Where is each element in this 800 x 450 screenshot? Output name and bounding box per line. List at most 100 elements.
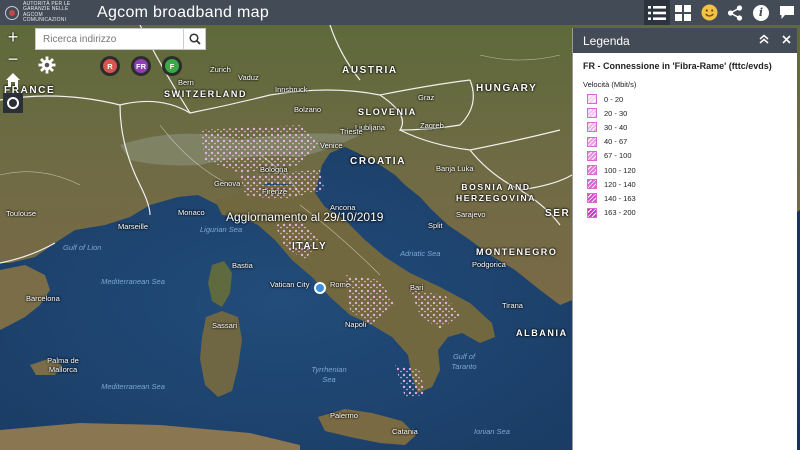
country-label-bosnia-text: BOSNIA AND HERZEGOVINA	[456, 182, 536, 203]
city-label: Banja Luka	[436, 164, 474, 173]
city-label: Bari	[410, 283, 424, 292]
country-label-hungary: HUNGARY	[476, 83, 538, 94]
city-label: Monaco	[178, 208, 205, 217]
legend-swatch	[587, 179, 597, 190]
sea-label: Mediterranean Sea	[100, 277, 166, 287]
city-label: Catania	[392, 427, 418, 436]
city-label: Vaduz	[238, 73, 259, 82]
city-label: Split	[428, 221, 443, 230]
address-search	[35, 28, 206, 50]
zoom-controls: + −	[2, 27, 24, 71]
city-label: Zagreb	[420, 121, 444, 130]
legend-swatch	[587, 165, 597, 176]
emblem-icon	[5, 5, 19, 20]
smiley-icon[interactable]	[696, 0, 722, 25]
legend-swatch	[587, 150, 597, 161]
city-label: Podgorica	[472, 260, 506, 269]
legend-class-label: 40 - 67	[604, 137, 628, 147]
country-label-bosnia: BOSNIA AND HERZEGOVINA	[446, 182, 546, 204]
legend-swatch	[587, 207, 597, 218]
legend-class-label: 100 - 120	[604, 165, 636, 175]
legend-title: Legenda	[583, 33, 630, 48]
city-label: Bologna	[260, 165, 288, 174]
legend-class-row: 100 - 120	[583, 163, 787, 177]
sea-label: Mediterranean Sea	[100, 382, 166, 392]
sea-label: Gulf of Lion	[63, 243, 102, 252]
legend-class-label: 20 - 30	[604, 108, 628, 118]
legend-body: FR - Connessione in 'Fibra-Rame' (fttc/e…	[573, 53, 797, 228]
city-label: Marseille	[118, 222, 149, 231]
legend-class-row: 30 - 40	[583, 120, 787, 134]
legend-class-row: 140 - 163	[583, 191, 787, 205]
city-label: Bastia	[232, 261, 253, 270]
country-label-albania: ALBANIA	[516, 328, 568, 338]
city-label: Tirana	[502, 301, 523, 310]
city-label: Palma de Mallorca	[47, 356, 79, 374]
legend-swatch	[587, 136, 597, 147]
legend-swatch	[587, 122, 597, 133]
city-label: Napoli	[345, 320, 367, 329]
sea-label: Adriatic Sea	[400, 249, 441, 258]
sea-label-text: Gulf of Taranto	[451, 352, 477, 371]
country-label-montenegro: MONTENEGRO	[476, 247, 558, 257]
list-icon[interactable]	[644, 0, 670, 25]
city-label: Barcelona	[26, 294, 60, 303]
city-label: Genova	[214, 179, 241, 188]
search-icon	[188, 33, 201, 45]
sea-label-text: Mediterranean Sea	[101, 277, 165, 286]
share-icon[interactable]	[722, 0, 748, 25]
location-marker[interactable]	[314, 282, 326, 294]
layer-fr-label: FR	[134, 59, 148, 73]
grid-icon[interactable]	[670, 0, 696, 25]
zoom-out-button[interactable]: −	[8, 49, 19, 71]
sea-label-text: Tyrrhenian Sea	[311, 365, 347, 384]
sea-label-text: Mediterranean Sea	[101, 382, 165, 391]
legend-class-label: 30 - 40	[604, 122, 628, 132]
gear-icon[interactable]	[38, 56, 56, 74]
country-label-austria: AUSTRIA	[342, 65, 398, 76]
country-label-croatia: CROATIA	[350, 156, 407, 167]
country-label-slovenia: SLOVENIA	[358, 107, 417, 117]
close-icon[interactable]	[775, 34, 797, 47]
legend-class-row: 40 - 67	[583, 135, 787, 149]
zoom-in-button[interactable]: +	[8, 27, 19, 49]
layer-f-label: F	[165, 59, 179, 73]
legend-class-label: 0 - 20	[604, 94, 624, 104]
info-icon[interactable]: i	[748, 0, 774, 25]
logo-line-3: COMUNICAZIONI	[23, 17, 67, 23]
city-label: Trieste	[340, 127, 363, 136]
city-label: Innsbruck	[275, 85, 308, 94]
search-button[interactable]	[183, 29, 205, 49]
locate-icon	[7, 97, 19, 109]
sea-label: Tyrrhenian Sea	[304, 365, 354, 385]
agcom-logo: AUTORITÀ PER LE GARANZIE NELLE AGCOM COM…	[0, 0, 82, 25]
city-label: Toulouse	[6, 209, 37, 218]
layer-toggle-r[interactable]: R	[100, 56, 120, 76]
layer-toggle-fr[interactable]: FR	[131, 56, 151, 76]
legend-class-label: 163 - 200	[604, 208, 636, 218]
city-label: Bolzano	[294, 105, 322, 114]
legend-class-label: 140 - 163	[604, 193, 636, 203]
comment-icon[interactable]	[774, 0, 800, 25]
city-label: Sarajevo	[456, 210, 486, 219]
legend-swatch	[587, 193, 597, 204]
country-label-italy: ITALY	[292, 241, 328, 252]
app-title: Agcom broadband map	[97, 3, 270, 21]
legend-field-label: Velocità (Mbit/s)	[583, 80, 637, 89]
city-label: Palermo	[330, 411, 358, 420]
info-glyph: i	[753, 4, 769, 21]
address-search-input[interactable]	[36, 29, 183, 49]
collapse-icon[interactable]	[753, 34, 775, 47]
locate-button[interactable]	[3, 93, 23, 113]
legend-swatch	[587, 108, 597, 119]
city-label: Sassari	[212, 321, 238, 330]
layer-toggle-f[interactable]: F	[162, 56, 182, 76]
home-icon[interactable]	[5, 72, 21, 88]
legend-class-row: 0 - 20	[583, 92, 787, 106]
legend-class-row: 120 - 140	[583, 177, 787, 191]
legend-class-row: 20 - 30	[583, 106, 787, 120]
legend-panel: Legenda FR - Connessione in 'Fibra-Rame'…	[572, 28, 797, 450]
city-label: Bern	[178, 78, 194, 87]
sea-label: Ligurian Sea	[200, 225, 243, 234]
layer-r-label: R	[103, 59, 117, 73]
